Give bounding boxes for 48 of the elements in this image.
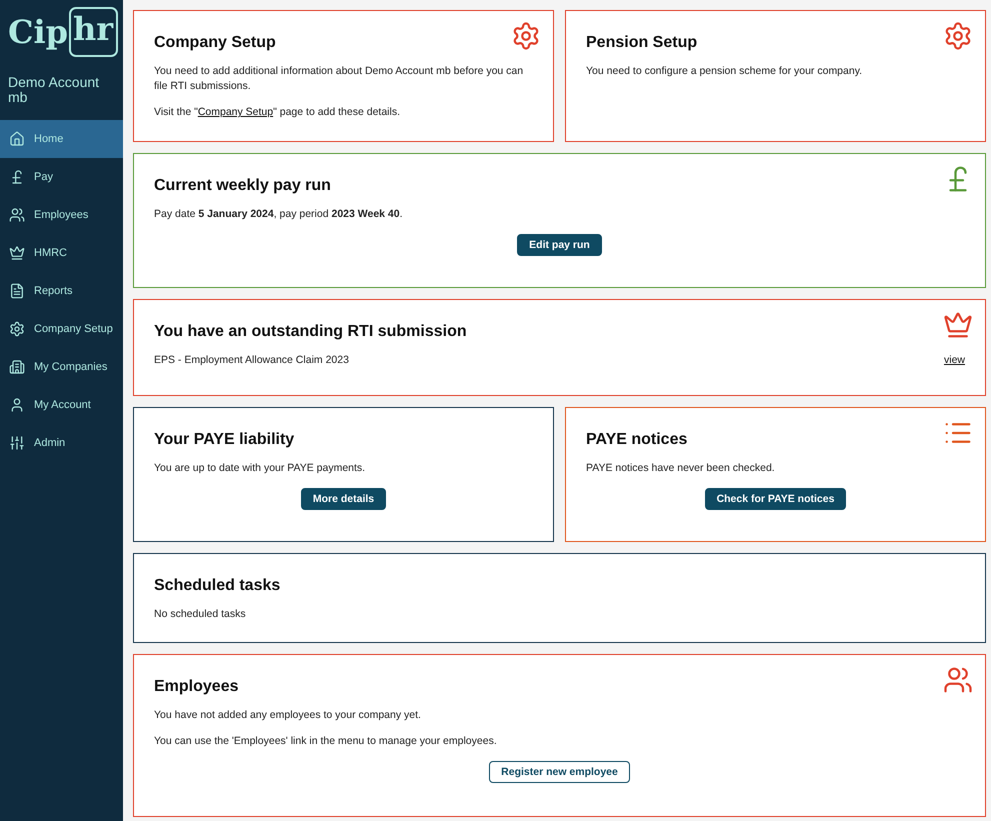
card-title: Employees (154, 678, 240, 696)
gear-icon (511, 21, 541, 51)
card-text: Pay date 5 January 2024, pay period 2023 Week 40. (154, 207, 404, 222)
people-icon (943, 664, 973, 695)
card-title: Current weekly pay run (154, 177, 332, 195)
card-text: You need to add additional information about Demo Account mb before you can file RTI submissions. (154, 64, 524, 94)
card-text: No scheduled tasks (154, 607, 247, 622)
gear-icon (9, 320, 25, 337)
view-link[interactable]: view (944, 354, 965, 366)
card-title: Your PAYE liability (154, 431, 296, 449)
card-text: PAYE notices have never been checked. (586, 461, 776, 476)
card-title: Scheduled tasks (154, 577, 282, 595)
card-text: You can use the 'Employees' link in the menu to manage your employees. (154, 734, 498, 750)
gear-icon (943, 21, 973, 51)
card-text: EPS - Employment Allowance Claim 2023 (154, 353, 349, 368)
action-button[interactable]: Register new employee (489, 761, 630, 784)
people-icon (9, 206, 25, 223)
nav-item[interactable]: Pay (0, 158, 123, 196)
link[interactable]: Company Setup (198, 106, 274, 118)
person-icon (9, 396, 25, 413)
action-button[interactable]: Edit pay run (517, 234, 602, 256)
nav-item[interactable]: HMRC (0, 234, 123, 272)
action-button[interactable]: More details (300, 488, 386, 510)
nav-item[interactable]: Home (0, 120, 123, 158)
card-title: PAYE notices (586, 431, 688, 449)
logo-text: Cip (8, 16, 68, 48)
nav-item[interactable]: Employees (0, 196, 123, 234)
action-button[interactable]: Check for PAYE notices (704, 488, 846, 510)
sliders-icon (9, 434, 25, 451)
nav-item[interactable]: Reports (0, 272, 123, 310)
nav-item[interactable]: Admin (0, 424, 123, 462)
card-title: Company Setup (154, 34, 277, 52)
card-title: Pension Setup (586, 34, 698, 52)
card-text: You are up to date with your PAYE payments. (154, 461, 366, 476)
card-text: You need to configure a pension scheme for your company. (586, 64, 864, 79)
card-title: You have an outstanding RTI submission (154, 323, 468, 341)
card-text: Visit the "Company Setup" page to add these details. (154, 105, 402, 120)
document-icon (9, 282, 25, 299)
nav-item[interactable]: Company Setup (0, 310, 123, 348)
account-name: Demo Account mb (7, 73, 100, 108)
building-icon (9, 358, 25, 375)
nav-item[interactable]: My Account (0, 386, 123, 424)
card-text: You have not added any employees to your company yet. (154, 708, 422, 722)
crown-icon (943, 310, 973, 340)
logo-boxed-text: hr (69, 7, 118, 57)
nav-item[interactable]: My Companies (0, 348, 123, 386)
crown-icon (9, 244, 25, 261)
house-icon (9, 130, 25, 147)
